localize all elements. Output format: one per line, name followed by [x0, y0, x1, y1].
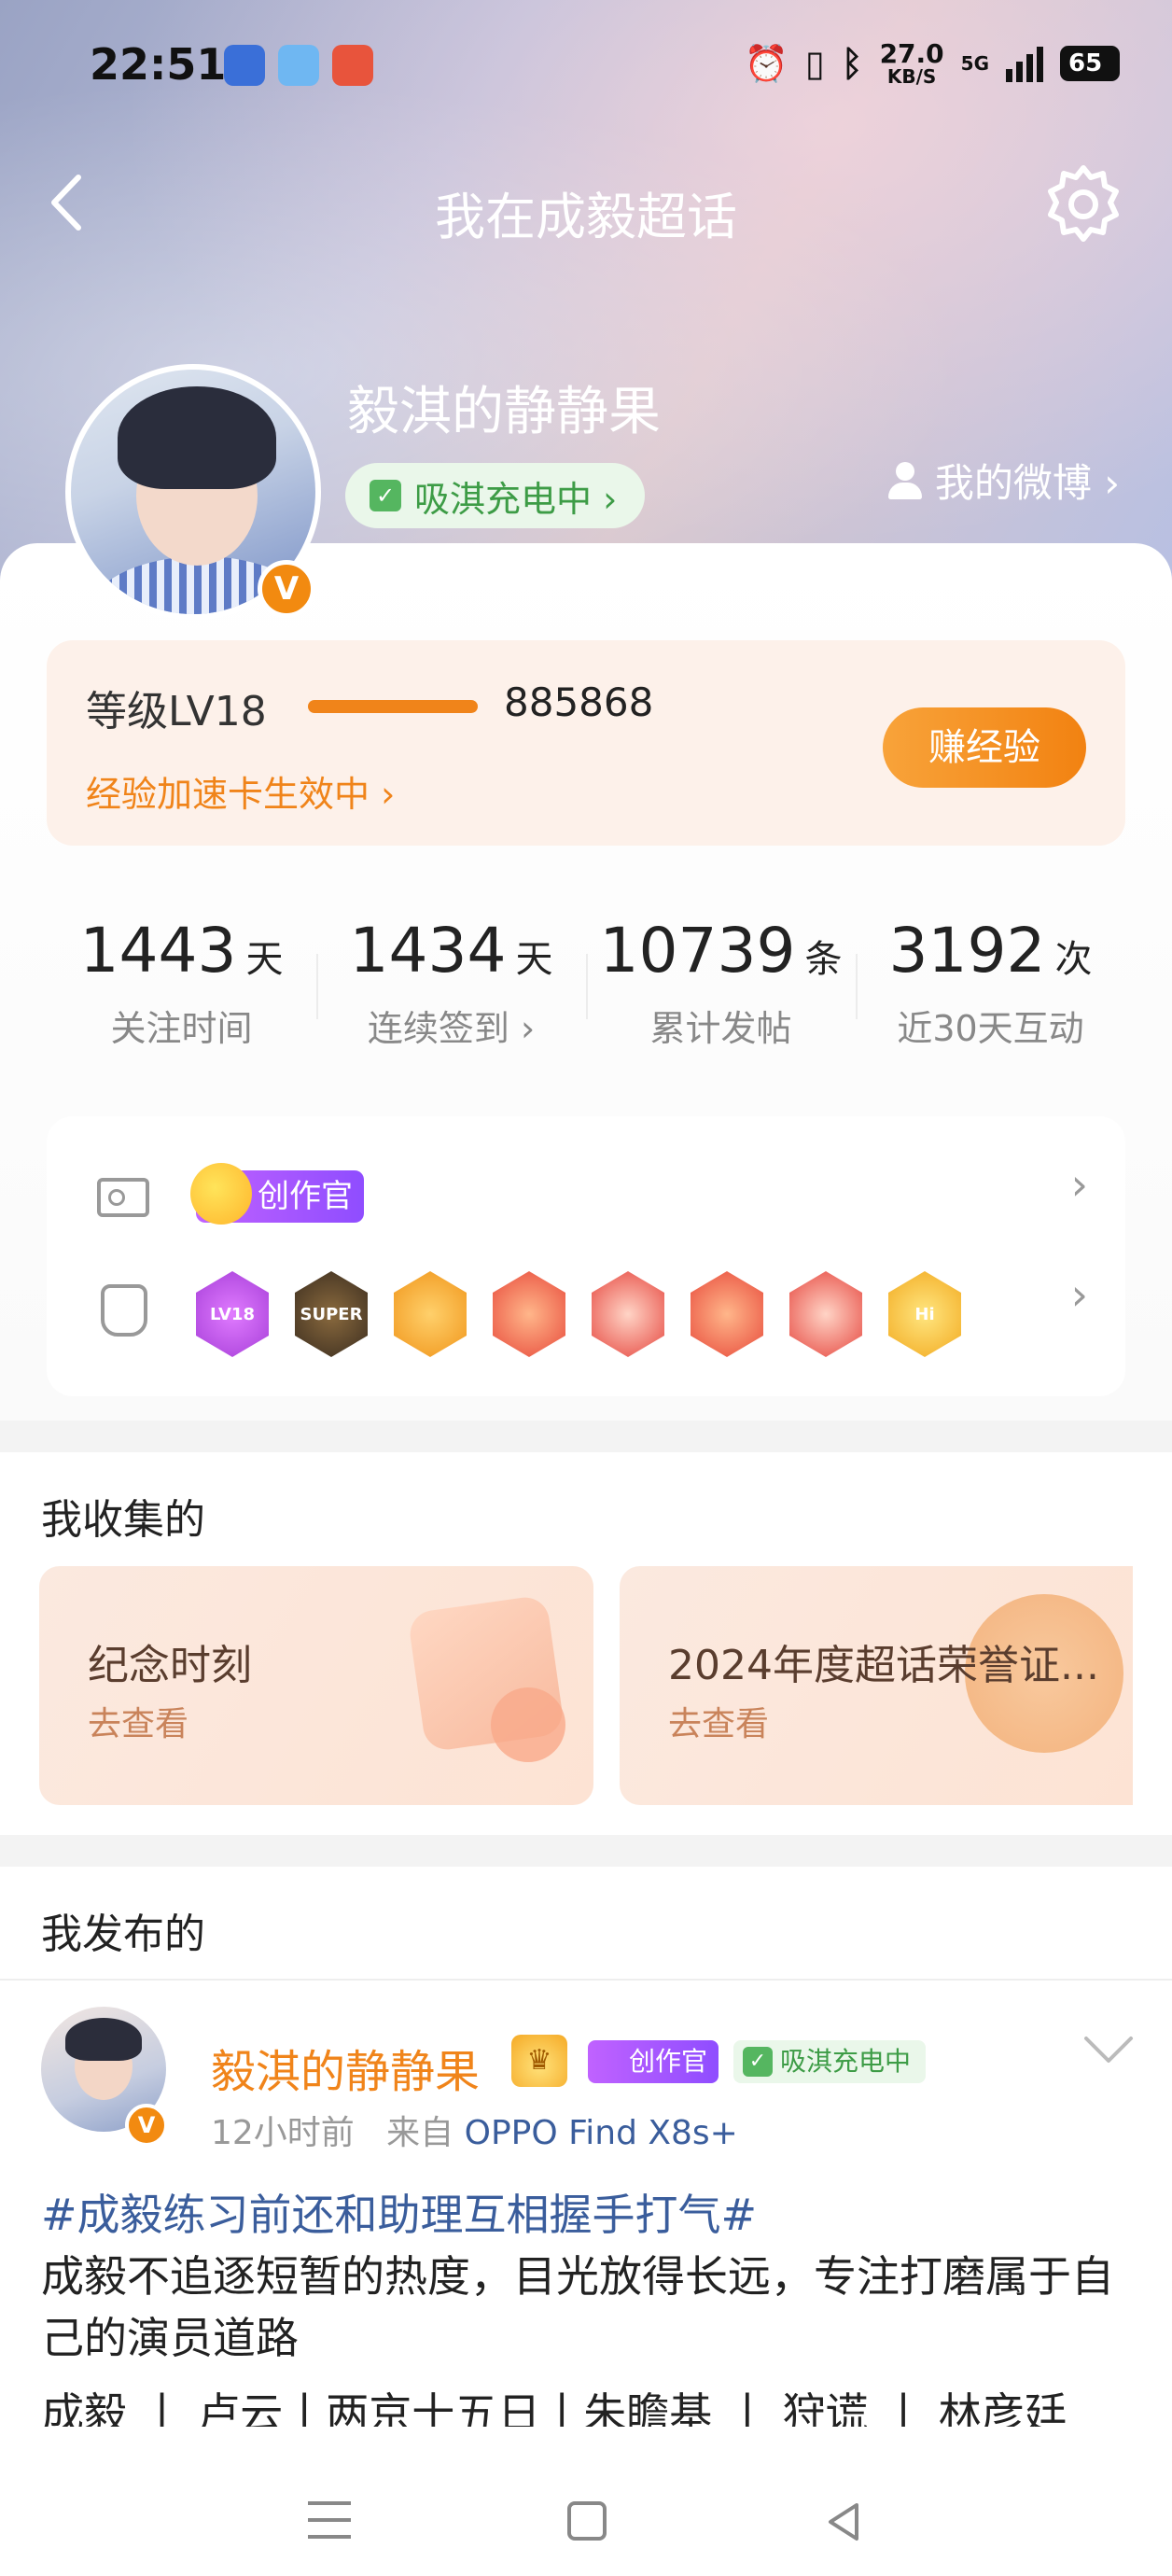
battery-icon: 65 [1060, 46, 1120, 81]
heart-icon [491, 1687, 565, 1762]
vibrate-icon: ▯ [804, 43, 825, 84]
section-title: 我发布的 [41, 1911, 205, 1958]
level-progress-bar [308, 700, 478, 713]
verified-badge-icon: V [258, 560, 315, 618]
exp-boost-link[interactable]: 经验加速卡生效中 › [86, 765, 395, 817]
chevron-right-icon[interactable]: › [1071, 1159, 1088, 1210]
device-link[interactable]: OPPO Find X8s+ [465, 2114, 738, 2152]
creator-badge: 创作官 [588, 2040, 719, 2083]
rabbit-medal-icon [493, 1271, 565, 1357]
id-card-icon [97, 1178, 149, 1217]
medal-list[interactable]: LV18 SUPER Hi [196, 1271, 961, 1357]
collection-card-memorial[interactable]: 纪念时刻 去查看 [39, 1566, 593, 1805]
stat-follow-days: 1443 天 关注时间 [79, 915, 284, 1049]
app-notification-icon [224, 45, 265, 86]
crown-icon: ♛ [511, 2035, 567, 2087]
earn-exp-button[interactable]: 赚经验 [883, 707, 1086, 788]
person-icon [885, 460, 926, 501]
level-exp: 885868 [504, 679, 654, 725]
rabbit-medal-icon [691, 1271, 763, 1357]
status-time: 22:51 [90, 39, 227, 90]
system-nav-bar [0, 2464, 1172, 2576]
wings-medal-icon [394, 1271, 467, 1357]
bluetooth-icon: ᛒ [841, 43, 863, 84]
app-notification-icon [332, 45, 373, 86]
level-card: 等级LV18 885868 经验加速卡生效中 › 赚经验 [47, 640, 1125, 846]
net-speed: 27.0 KB/S [879, 38, 944, 88]
divider [0, 1979, 1172, 1981]
super-medal-icon: SUPER [295, 1271, 368, 1357]
my-weibo-link[interactable]: 我的微博 › [885, 452, 1120, 509]
network-type: 5G [960, 52, 989, 75]
alarm-icon: ⏰ [744, 42, 788, 84]
stat-checkin-days[interactable]: 1434 天 连续签到 › [316, 877, 586, 1083]
notification-icons [224, 45, 373, 86]
status-bar: 22:51 ⏰ ▯ ᛒ 27.0 KB/S 5G 65 [0, 35, 1172, 101]
posts-section: 我发布的 V 毅淇的静静果 ♛ 创作官 吸淇充电中 12小时前 来自 OPPO … [0, 1867, 1172, 2464]
medal-outline-icon [101, 1284, 147, 1337]
signal-icon [1006, 45, 1043, 82]
level-label: 等级LV18 [86, 688, 267, 735]
status-indicators: ⏰ ▯ ᛒ 27.0 KB/S 5G 65 [744, 38, 1120, 88]
collections-section: 我收集的 纪念时刻 去查看 2024年度超话荣誉证... 去查看 [0, 1452, 1172, 1835]
charge-label: 吸淇充电中 › [414, 478, 618, 520]
back-triangle-icon[interactable] [825, 2501, 862, 2542]
chevron-right-icon[interactable]: › [1071, 1269, 1088, 1320]
my-weibo-label: 我的微博 › [934, 460, 1120, 506]
rabbit-medal-icon [592, 1271, 664, 1357]
badges-card: 创作官 › LV18 SUPER Hi › [47, 1116, 1125, 1396]
charge-status-badge: 吸淇充电中 [733, 2040, 927, 2083]
post-body[interactable]: #成毅练习前还和助理互相握手打气# 成毅不追逐短暂的热度，目光放得长远，专注打磨… [41, 2184, 1133, 2369]
stat-interactions: 3192 次 近30天互动 [856, 877, 1125, 1083]
stats-row: 1443 天 关注时间 1434 天 连续签到 › 10739 条 累计发帖 3192… [47, 877, 1125, 1083]
weather-icon [278, 45, 319, 86]
post-text: 成毅不追逐短暂的热度，目光放得长远，专注打磨属于自己的演员道路 [41, 2251, 1114, 2363]
collection-card-honor[interactable]: 2024年度超话荣誉证... 去查看 [620, 1566, 1133, 1805]
post-tags-line: 成毅 丨 卢云丨两京十五日丨朱瞻基 丨 狩谎 丨 林彦廷 [41, 2388, 1067, 2427]
check-icon: ✓ [370, 480, 401, 511]
top-nav: 我在成毅超话 [0, 149, 1172, 261]
page-title: 我在成毅超话 [435, 188, 737, 246]
hi-medal-icon: Hi [888, 1271, 961, 1357]
post-author[interactable]: 毅淇的静静果 [211, 2035, 480, 2100]
post-meta: 12小时前 来自 OPPO Find X8s+ [211, 2114, 738, 2152]
verified-badge-icon: V [125, 2104, 168, 2147]
settings-gear-icon[interactable] [1041, 162, 1125, 246]
charge-status-badge[interactable]: ✓ 吸淇充电中 › [345, 463, 646, 528]
menu-icon[interactable] [308, 2501, 351, 2539]
home-icon[interactable] [567, 2501, 607, 2541]
username: 毅淇的静静果 [347, 382, 661, 442]
rabbit-medal-icon [789, 1271, 862, 1357]
hashtag-link[interactable]: #成毅练习前还和助理互相握手打气# [41, 2184, 1133, 2246]
stat-post-count: 10739 条 累计发帖 [586, 877, 856, 1083]
creator-badge[interactable]: 创作官 [190, 1163, 364, 1225]
lv18-medal-icon: LV18 [196, 1271, 269, 1357]
chevron-down-icon[interactable] [1081, 2031, 1137, 2068]
section-title: 我收集的 [41, 1496, 205, 1544]
